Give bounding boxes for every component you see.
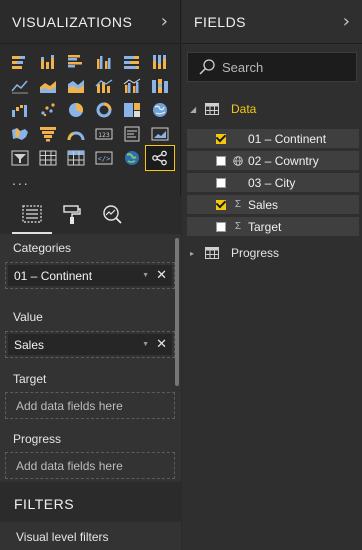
value-label: Value (13, 310, 43, 324)
treemap-icon[interactable] (118, 98, 146, 122)
expand-collapse-icon[interactable]: ▸ (190, 249, 200, 258)
line-chart-icon[interactable] (6, 74, 34, 98)
table-data-name: Data (231, 102, 257, 116)
categories-label: Categories (13, 241, 72, 255)
progress-well[interactable]: Add data fields here (5, 452, 175, 479)
value-pill[interactable]: Sales ▼ ✕ (8, 334, 172, 355)
chevron-right-icon[interactable]: › (343, 12, 350, 31)
field-row-continent[interactable]: 01 – Continent (187, 128, 359, 148)
svg-text:</>: </> (98, 155, 111, 163)
field-row-city[interactable]: 03 – City (187, 172, 359, 192)
categories-field-name: 01 – Continent (14, 268, 93, 283)
ribbon-chart-icon[interactable] (146, 74, 174, 98)
value-field-name: Sales (14, 337, 45, 352)
filters-section: FILTERS Visual level filters (0, 482, 181, 550)
globe-map-icon[interactable] (118, 146, 146, 170)
field-name: 01 – Continent (248, 131, 327, 146)
slicer-icon[interactable] (6, 146, 34, 170)
sigma-icon: Σ (234, 221, 242, 232)
map-icon[interactable] (146, 98, 174, 122)
multi-row-card-icon[interactable] (118, 122, 146, 146)
field-checkbox[interactable] (216, 177, 226, 188)
pie-chart-icon[interactable] (62, 98, 90, 122)
field-checkbox[interactable] (216, 221, 226, 232)
visual-level-filters-label: Visual level filters (16, 530, 109, 544)
target-label: Target (13, 372, 47, 386)
categories-well[interactable]: 01 – Continent ▼ ✕ (5, 262, 175, 289)
paint-roller-icon (63, 205, 81, 224)
clustered-column-chart-icon[interactable] (90, 50, 118, 74)
visualizations-header: VISUALIZATIONS › (0, 0, 180, 44)
chevron-down-icon[interactable]: ▼ (142, 341, 149, 348)
progress-label: Progress (13, 432, 62, 446)
expand-collapse-icon[interactable]: ◢ (190, 105, 200, 114)
table-progress[interactable]: ▸ Progress (187, 243, 357, 263)
fields-title: FIELDS (194, 13, 247, 30)
sigma-icon: Σ (234, 199, 242, 210)
visual-icon-grid: 123 </> (6, 50, 175, 171)
line-and-clustered-column-chart-icon[interactable] (118, 74, 146, 98)
field-row-sales[interactable]: Σ Sales (187, 194, 359, 214)
chevron-right-icon[interactable]: › (161, 12, 168, 31)
area-chart-icon[interactable] (34, 74, 62, 98)
100-percent-stacked-bar-chart-icon[interactable] (118, 50, 146, 74)
wells-scrollbar[interactable] (175, 238, 179, 386)
fields-well-icon (22, 205, 42, 223)
r-script-visual-icon[interactable]: </> (90, 146, 118, 170)
table-icon (205, 103, 219, 115)
field-row-target[interactable]: Σ Target (187, 216, 359, 236)
donut-chart-icon[interactable] (90, 98, 118, 122)
table-data[interactable]: ◢ Data (187, 99, 357, 119)
visualizations-sub-tabs (0, 196, 181, 234)
analytics-tab[interactable] (92, 196, 132, 234)
categories-pill[interactable]: 01 – Continent ▼ ✕ (8, 265, 172, 286)
field-wells: Categories 01 – Continent ▼ ✕ Value Sale… (0, 234, 181, 482)
fields-header: FIELDS › (182, 0, 362, 44)
globe-icon (232, 155, 244, 166)
field-checkbox[interactable] (216, 155, 226, 166)
fields-search-box[interactable] (187, 52, 357, 82)
card-icon[interactable]: 123 (90, 122, 118, 146)
filters-title: FILTERS (14, 496, 75, 512)
stacked-bar-chart-icon[interactable] (6, 50, 34, 74)
field-name: Sales (248, 197, 279, 212)
target-well[interactable]: Add data fields here (5, 392, 175, 419)
field-row-cowntry[interactable]: 02 – Cowntry (187, 150, 359, 170)
fields-pane: FIELDS › ◢ Data 01 – Continent 02 – Cown… (182, 0, 362, 550)
filled-map-icon[interactable] (6, 122, 34, 146)
clustered-bar-chart-icon[interactable] (62, 50, 90, 74)
table-visual-icon[interactable] (34, 146, 62, 170)
waterfall-chart-icon[interactable] (6, 98, 34, 122)
stacked-area-chart-icon[interactable] (62, 74, 90, 98)
chevron-down-icon[interactable]: ▼ (142, 272, 149, 279)
matrix-icon[interactable] (62, 146, 90, 170)
table-progress-name: Progress (231, 246, 280, 260)
search-icon (199, 59, 215, 75)
funnel-icon[interactable] (34, 122, 62, 146)
table-icon (205, 247, 219, 259)
scatter-chart-icon[interactable] (34, 98, 62, 122)
field-name: Target (248, 219, 282, 234)
value-well[interactable]: Sales ▼ ✕ (5, 331, 175, 358)
visualizations-title: VISUALIZATIONS (12, 13, 133, 30)
stacked-column-chart-icon[interactable] (34, 50, 62, 74)
search-input[interactable] (222, 59, 342, 75)
100-percent-stacked-column-chart-icon[interactable] (146, 50, 174, 74)
fields-tab[interactable] (12, 196, 52, 234)
visualizations-pane: VISUALIZATIONS › 123 </> ... Categories … (0, 0, 181, 550)
format-tab[interactable] (52, 196, 92, 234)
analytics-magnifier-icon (103, 205, 122, 224)
field-name: 03 – City (248, 175, 296, 190)
gauge-icon[interactable] (62, 122, 90, 146)
kpi-icon[interactable] (146, 122, 174, 146)
more-visuals-button[interactable]: ... (12, 172, 30, 188)
field-checkbox[interactable] (216, 199, 226, 210)
remove-field-icon[interactable]: ✕ (156, 337, 167, 352)
line-and-stacked-column-chart-icon[interactable] (90, 74, 118, 98)
remove-field-icon[interactable]: ✕ (156, 268, 167, 283)
field-name: 02 – Cowntry (248, 153, 319, 168)
field-checkbox[interactable] (216, 133, 226, 144)
svg-text:123: 123 (98, 132, 110, 139)
custom-visual-selected-icon[interactable] (145, 145, 175, 171)
